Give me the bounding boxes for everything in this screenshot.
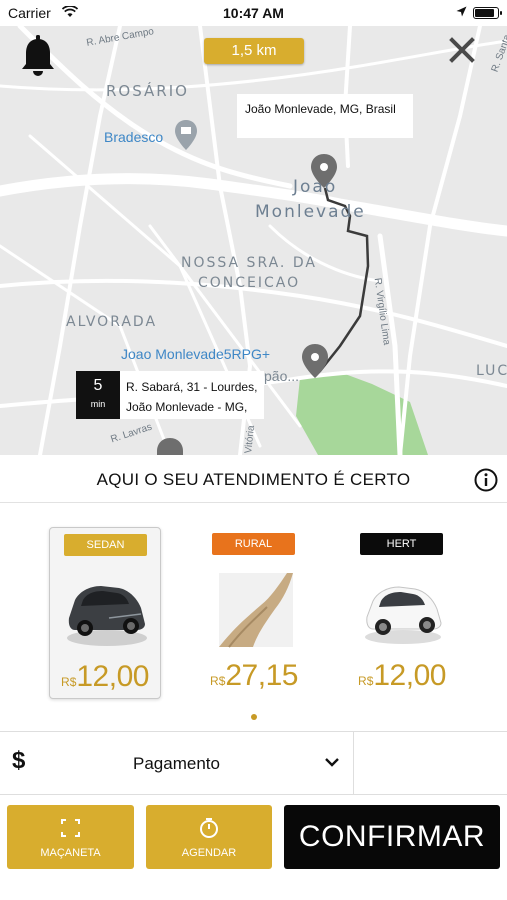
vehicle-selector: SEDAN R$12,00 RURAL R$27,15 HERT R$12,00 bbox=[0, 503, 507, 729]
vehicle-category-badge: SEDAN bbox=[64, 534, 147, 556]
vehicle-category-badge: HERT bbox=[360, 533, 443, 555]
city-label-monlevade: Monlevade bbox=[255, 202, 366, 222]
city-label-joao: Joao bbox=[293, 177, 338, 197]
agendar-label: AGENDAR bbox=[181, 847, 237, 859]
vehicle-option-hert[interactable]: HERT R$12,00 bbox=[346, 527, 458, 699]
price-value: 27,15 bbox=[225, 659, 298, 692]
poi-plus-code: Joao Monlevade5RPG+ bbox=[121, 346, 271, 362]
eta-box: 5 min bbox=[76, 371, 120, 419]
rural-road-image bbox=[219, 573, 293, 648]
origin-address-line-1: R. Sabará, 31 - Lourdes, bbox=[126, 380, 258, 394]
price-value: 12,00 bbox=[373, 659, 446, 692]
chevron-down-icon bbox=[325, 758, 339, 767]
destination-text: João Monlevade, MG, Brasil bbox=[245, 102, 396, 116]
neighborhood-conceicao: CONCEICAO bbox=[198, 275, 301, 291]
confirm-button[interactable]: CONFIRMAR bbox=[284, 805, 500, 869]
neighborhood-alvorada: ALVORADA bbox=[66, 314, 158, 330]
currency-label: R$ bbox=[210, 674, 226, 688]
close-icon[interactable] bbox=[446, 34, 478, 66]
poi-partial: pão... bbox=[264, 368, 300, 384]
sedan-car-image bbox=[67, 586, 147, 646]
distance-badge: 1,5 km bbox=[204, 38, 304, 64]
macaneta-label: MAÇANETA bbox=[40, 847, 101, 859]
neighborhood-rosario: ROSÁRIO bbox=[106, 82, 189, 100]
location-arrow-icon bbox=[456, 6, 467, 17]
poi-bradesco: Bradesco bbox=[104, 129, 164, 145]
clock: 10:47 AM bbox=[223, 5, 284, 21]
tagline-bar: AQUI O SEU ATENDIMENTO É CERTO bbox=[0, 455, 507, 503]
page-indicator-dot bbox=[251, 714, 257, 720]
payment-row: $ Pagamento bbox=[0, 731, 507, 795]
macaneta-button[interactable]: MAÇANETA bbox=[7, 805, 134, 869]
payment-selector[interactable]: $ Pagamento bbox=[0, 732, 354, 794]
neighborhood-nossa-sra: NOSSA SRA. DA bbox=[181, 255, 317, 271]
hert-car-image bbox=[365, 586, 442, 644]
vehicle-price: R$12,00 bbox=[50, 660, 160, 694]
expand-icon bbox=[61, 819, 80, 837]
origin-address: R. Sabará, 31 - Lourdes, João Monlevade … bbox=[126, 377, 257, 417]
currency-label: R$ bbox=[61, 675, 77, 689]
battery-icon bbox=[473, 7, 502, 19]
vehicle-price: R$12,00 bbox=[346, 659, 458, 693]
vehicle-option-rural[interactable]: RURAL R$27,15 bbox=[198, 527, 310, 699]
bell-icon[interactable] bbox=[20, 34, 56, 78]
action-bar: MAÇANETA AGENDAR CONFIRMAR bbox=[0, 796, 507, 900]
map-pin-icon bbox=[157, 438, 183, 455]
status-bar: Carrier 10:47 AM bbox=[0, 0, 507, 26]
vehicle-option-sedan[interactable]: SEDAN R$12,00 bbox=[49, 527, 161, 699]
tagline-text: AQUI O SEU ATENDIMENTO É CERTO bbox=[96, 470, 411, 489]
payment-label: Pagamento bbox=[133, 754, 220, 773]
bank-pin-icon bbox=[175, 120, 197, 150]
stopwatch-icon bbox=[200, 818, 218, 838]
price-value: 12,00 bbox=[76, 660, 149, 693]
vehicle-category-badge: RURAL bbox=[212, 533, 295, 555]
currency-label: R$ bbox=[358, 674, 374, 688]
destination-label: João Monlevade, MG, Brasil bbox=[237, 94, 413, 138]
neighborhood-luc: LUC bbox=[476, 363, 507, 379]
vehicle-price: R$27,15 bbox=[198, 659, 310, 693]
info-icon[interactable] bbox=[474, 468, 498, 492]
eta-unit: min bbox=[90, 399, 106, 409]
origin-address-line-2: João Monlevade - MG, bbox=[126, 400, 248, 414]
eta-value: 5 bbox=[93, 377, 103, 394]
agendar-button[interactable]: AGENDAR bbox=[146, 805, 272, 869]
origin-callout: 5 min R. Sabará, 31 - Lourdes, João Monl… bbox=[76, 371, 264, 419]
